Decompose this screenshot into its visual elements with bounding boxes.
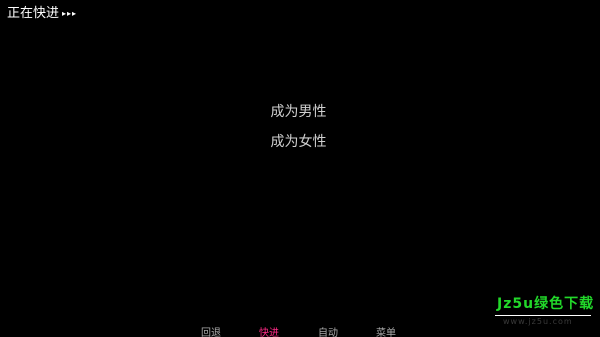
watermark-url: www.jz5u.com xyxy=(503,317,573,326)
skip-arrows-icon: ▸▸▸ xyxy=(62,9,78,18)
watermark-title: Jz5u绿色下载 xyxy=(497,296,595,312)
skip-text: 正在快进 xyxy=(7,6,60,21)
watermark-logo: Jz5u绿色下载 www.jz5u.com xyxy=(495,294,595,332)
auto-button[interactable]: 自动 xyxy=(318,327,338,337)
rollback-button[interactable]: 回退 xyxy=(201,327,221,337)
choice-become-female[interactable]: 成为女性 xyxy=(0,131,597,153)
watermark-divider xyxy=(495,315,591,316)
skip-indicator: 正在快进 ▸▸▸ xyxy=(7,5,77,22)
skip-button[interactable]: 快进 xyxy=(259,327,279,337)
game-screen[interactable]: 正在快进 ▸▸▸ 成为男性 成为女性 回退 快进 自动 菜单 Jz5u绿色下载 w… xyxy=(0,0,600,337)
choice-become-male[interactable]: 成为男性 xyxy=(0,101,597,123)
menu-button[interactable]: 菜单 xyxy=(376,327,396,337)
choice-menu: 成为男性 成为女性 xyxy=(0,101,597,161)
